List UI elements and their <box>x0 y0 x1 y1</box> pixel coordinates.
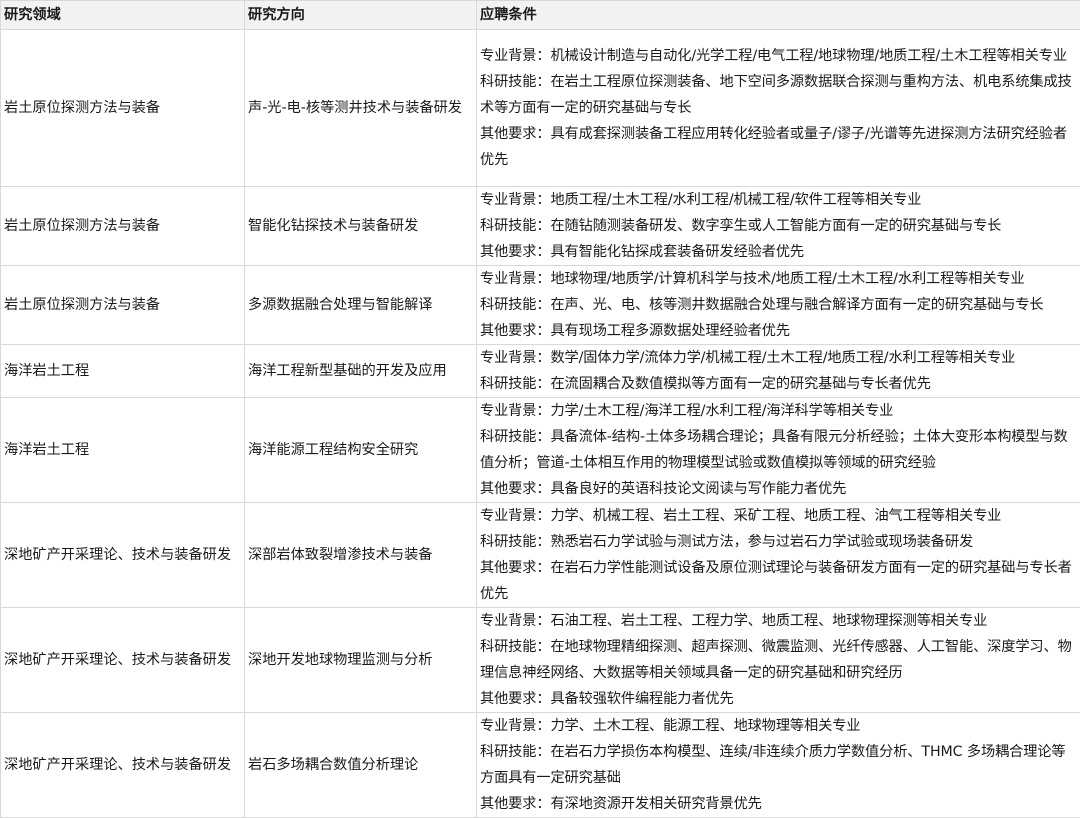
requirement-line: 其他要求：在岩石力学性能测试设备及原位测试理论与装备研发方面有一定的研究基础与专… <box>480 560 1072 602</box>
table-row: 深地矿产开采理论、技术与装备研发 深地开发地球物理监测与分析 专业背景：石油工程… <box>0 607 1080 713</box>
research-field-cell: 岩土原位探测方法与装备 <box>0 186 245 266</box>
requirement-line: 其他要求：具有智能化钻探成套装备研发经验者优先 <box>480 244 805 260</box>
requirement-line: 专业背景：石油工程、岩土工程、工程力学、地质工程、地球物理探测等相关专业 <box>480 613 988 629</box>
requirement-line: 科研技能：在地球物理精细探测、超声探测、微震监测、光纤传感器、人工智能、深度学习… <box>480 639 1072 681</box>
header-research-field: 研究领域 <box>0 0 245 30</box>
requirements-cell: 专业背景：力学、土木工程、能源工程、地球物理等相关专业 科研技能：在岩石力学损伤… <box>476 712 1080 818</box>
research-field-cell: 海洋岩土工程 <box>0 344 245 398</box>
requirement-line: 其他要求：具有现场工程多源数据处理经验者优先 <box>480 323 790 339</box>
requirement-line: 其他要求：有深地资源开发相关研究背景优先 <box>480 796 762 812</box>
requirement-line: 专业背景：地质工程/土木工程/水利工程/机械工程/软件工程等相关专业 <box>480 192 922 208</box>
table-row: 海洋岩土工程 海洋能源工程结构安全研究 专业背景：力学/土木工程/海洋工程/水利… <box>0 397 1080 503</box>
research-field-cell: 岩土原位探测方法与装备 <box>0 265 245 345</box>
table-row: 岩土原位探测方法与装备 多源数据融合处理与智能解译 专业背景：地球物理/地质学/… <box>0 265 1080 345</box>
requirement-line: 专业背景：机械设计制造与自动化/光学工程/电气工程/地球物理/地质工程/土木工程… <box>480 48 1067 64</box>
requirements-cell: 专业背景：机械设计制造与自动化/光学工程/电气工程/地球物理/地质工程/土木工程… <box>476 29 1080 187</box>
header-row: 研究领域 研究方向 应聘条件 <box>0 0 1080 30</box>
research-field-cell: 深地矿产开采理论、技术与装备研发 <box>0 712 245 818</box>
research-field-cell: 岩土原位探测方法与装备 <box>0 29 245 187</box>
research-field-cell: 深地矿产开采理论、技术与装备研发 <box>0 502 245 608</box>
table-row: 深地矿产开采理论、技术与装备研发 岩石多场耦合数值分析理论 专业背景：力学、土木… <box>0 712 1080 818</box>
requirement-line: 专业背景：力学、土木工程、能源工程、地球物理等相关专业 <box>480 718 861 734</box>
requirements-cell: 专业背景：地球物理/地质学/计算机科学与技术/地质工程/土木工程/水利工程等相关… <box>476 265 1080 345</box>
requirement-line: 科研技能：在随钻随测装备研发、数字孪生或人工智能方面有一定的研究基础与专长 <box>480 218 1002 234</box>
table-body: 岩土原位探测方法与装备 声-光-电-核等测井技术与装备研发 专业背景：机械设计制… <box>0 29 1080 818</box>
research-direction-cell: 声-光-电-核等测井技术与装备研发 <box>244 29 477 187</box>
table-header: 研究领域 研究方向 应聘条件 <box>0 0 1080 30</box>
requirement-line: 科研技能：具备流体-结构-土体多场耦合理论；具备有限元分析经验；土体大变形本构模… <box>480 429 1068 471</box>
research-direction-cell: 海洋工程新型基础的开发及应用 <box>244 344 477 398</box>
requirement-line: 其他要求：具有成套探测装备工程应用转化经验者或量子/谬子/光谱等先进探测方法研究… <box>480 126 1067 168</box>
requirement-line: 科研技能：在流固耦合及数值模拟等方面有一定的研究基础与专长者优先 <box>480 376 931 392</box>
table-row: 岩土原位探测方法与装备 智能化钻探技术与装备研发 专业背景：地质工程/土木工程/… <box>0 186 1080 266</box>
requirements-cell: 专业背景：力学/土木工程/海洋工程/水利工程/海洋科学等相关专业 科研技能：具备… <box>476 397 1080 503</box>
research-field-cell: 海洋岩土工程 <box>0 397 245 503</box>
requirement-line: 其他要求：具备良好的英语科技论文阅读与写作能力者优先 <box>480 481 847 497</box>
research-direction-cell: 深地开发地球物理监测与分析 <box>244 607 477 713</box>
requirement-line: 专业背景：地球物理/地质学/计算机科学与技术/地质工程/土木工程/水利工程等相关… <box>480 271 1025 287</box>
requirement-line: 其他要求：具备较强软件编程能力者优先 <box>480 691 734 707</box>
research-direction-cell: 多源数据融合处理与智能解译 <box>244 265 477 345</box>
requirement-line: 专业背景：数学/固体力学/流体力学/机械工程/土木工程/地质工程/水利工程等相关… <box>480 350 1016 366</box>
table-row: 岩土原位探测方法与装备 声-光-电-核等测井技术与装备研发 专业背景：机械设计制… <box>0 29 1080 187</box>
requirement-line: 科研技能：在岩土工程原位探测装备、地下空间多源数据联合探测与重构方法、机电系统集… <box>480 74 1072 116</box>
recruitment-table: 研究领域 研究方向 应聘条件 岩土原位探测方法与装备 声-光-电-核等测井技术与… <box>0 0 1080 818</box>
requirements-cell: 专业背景：地质工程/土木工程/水利工程/机械工程/软件工程等相关专业 科研技能：… <box>476 186 1080 266</box>
requirements-cell: 专业背景：力学、机械工程、岩土工程、采矿工程、地质工程、油气工程等相关专业 科研… <box>476 502 1080 608</box>
requirement-line: 专业背景：力学、机械工程、岩土工程、采矿工程、地质工程、油气工程等相关专业 <box>480 508 1002 524</box>
table-row: 海洋岩土工程 海洋工程新型基础的开发及应用 专业背景：数学/固体力学/流体力学/… <box>0 344 1080 398</box>
requirements-cell: 专业背景：数学/固体力学/流体力学/机械工程/土木工程/地质工程/水利工程等相关… <box>476 344 1080 398</box>
research-field-cell: 深地矿产开采理论、技术与装备研发 <box>0 607 245 713</box>
header-research-direction: 研究方向 <box>244 0 477 30</box>
requirement-line: 科研技能：熟悉岩石力学试验与测试方法，参与过岩石力学试验或现场装备研发 <box>480 534 974 550</box>
table-row: 深地矿产开采理论、技术与装备研发 深部岩体致裂增渗技术与装备 专业背景：力学、机… <box>0 502 1080 608</box>
research-direction-cell: 海洋能源工程结构安全研究 <box>244 397 477 503</box>
requirement-line: 科研技能：在声、光、电、核等测井数据融合处理与融合解译方面有一定的研究基础与专长 <box>480 297 1044 313</box>
requirement-line: 科研技能：在岩石力学损伤本构模型、连续/非连续介质力学数值分析、THMC 多场耦… <box>480 744 1066 786</box>
requirement-line: 专业背景：力学/土木工程/海洋工程/水利工程/海洋科学等相关专业 <box>480 403 894 419</box>
header-requirements: 应聘条件 <box>476 0 1080 30</box>
research-direction-cell: 智能化钻探技术与装备研发 <box>244 186 477 266</box>
research-direction-cell: 岩石多场耦合数值分析理论 <box>244 712 477 818</box>
requirements-cell: 专业背景：石油工程、岩土工程、工程力学、地质工程、地球物理探测等相关专业 科研技… <box>476 607 1080 713</box>
research-direction-cell: 深部岩体致裂增渗技术与装备 <box>244 502 477 608</box>
